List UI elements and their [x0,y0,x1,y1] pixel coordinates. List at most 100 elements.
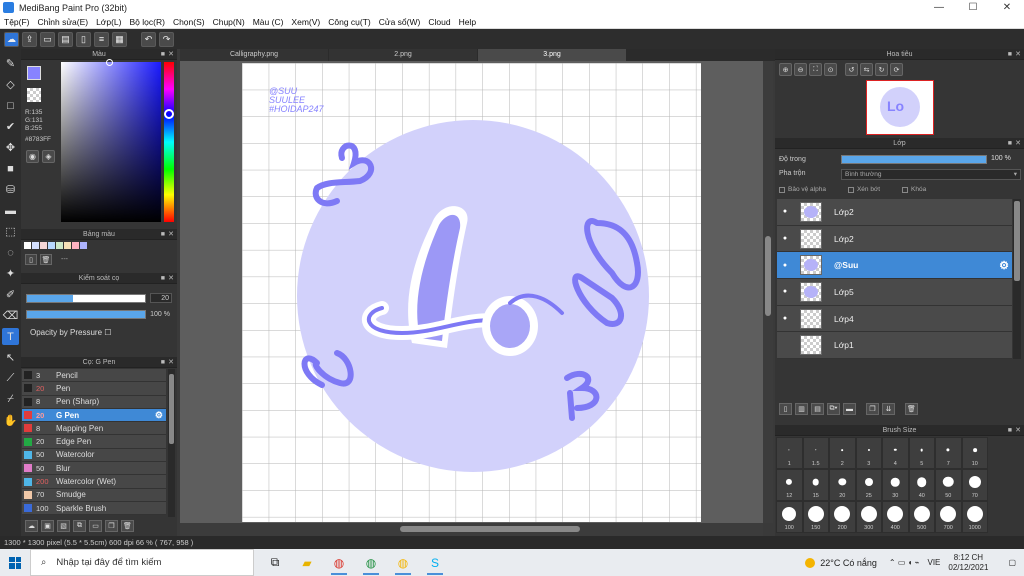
scroll-thumb[interactable] [765,236,771,316]
brush-item[interactable]: 100 Sparkle Brush [22,501,166,516]
gear-icon[interactable]: ⚙ [999,259,1009,272]
opacity-pressure-option[interactable]: Opacity by Pressure ☐ [30,328,111,337]
cloud-icon[interactable]: ☁ [4,31,19,47]
layer-item[interactable]: ● Lớp2 [777,225,1012,253]
menu-select[interactable]: Chọn(S) [169,17,209,27]
brush-item[interactable]: 50 Blur [22,462,166,476]
layer-list-scrollbar[interactable] [1013,199,1021,359]
saturation-value-picker[interactable] [61,62,161,222]
scroll-thumb[interactable] [169,374,174,444]
brush-size-option[interactable]: 300 [855,501,882,533]
brush-size-option[interactable]: 10 [961,437,988,469]
palette-swatch[interactable] [56,242,63,249]
text-tool-icon[interactable]: T [2,328,19,345]
brush-item[interactable]: 20 Edge Pen [22,435,166,449]
brush-size-option[interactable]: 2 [829,437,856,469]
brush-size-option[interactable]: 3 [855,437,882,469]
hand-tool-icon[interactable]: ✋ [2,412,19,429]
bucket-tool-icon[interactable]: ⛁ [2,181,19,198]
menu-filter[interactable]: Bộ lọc(R) [126,17,169,27]
language-indicator[interactable]: VIE [927,558,940,567]
duplicate-layer-icon[interactable]: ❐ [866,403,879,415]
minimize-button[interactable]: — [922,0,956,15]
brush-size-option[interactable]: 200 [829,501,856,533]
chrome-alt-icon[interactable]: ◍ [358,549,384,576]
fill-rect-tool-icon[interactable]: ■ [2,160,19,177]
brush-item[interactable]: 70 Smudge [22,488,166,502]
layer-item[interactable]: ● Lớp5 [777,279,1012,306]
color-picker-icon[interactable]: ◈ [42,150,55,163]
menu-cloud[interactable]: Cloud [424,17,454,27]
divide-tool-icon[interactable]: ⟋ [2,370,19,387]
weather-widget[interactable]: 22°C Có nắng [805,557,877,568]
select-tool-icon[interactable]: ⬚ [2,223,19,240]
trash-icon[interactable]: 🗑 [121,520,134,532]
brush-size-option[interactable]: 7 [935,437,962,469]
pin-icon[interactable]: ■ [1008,49,1012,60]
menu-help[interactable]: Help [455,17,480,27]
brush-opacity-slider[interactable] [26,309,146,319]
menu-edit[interactable]: Chỉnh sửa(E) [34,17,93,27]
magic-wand-icon[interactable]: ✦ [2,265,19,282]
canvas-vertical-scrollbar[interactable] [763,61,773,523]
transparent-color-swatch[interactable] [27,88,41,102]
redo-icon[interactable]: ↷ [159,31,174,47]
close-icon[interactable]: ✕ [168,229,174,240]
gradient-tool-icon[interactable]: ▬ [2,202,19,219]
visibility-icon[interactable]: ● [779,288,791,295]
palette-swatch[interactable] [24,242,31,249]
palette-swatch[interactable] [48,242,55,249]
palette-swatch[interactable] [64,242,71,249]
undo-icon[interactable]: ↶ [141,31,156,47]
menu-tools[interactable]: Công cụ(T) [324,17,375,27]
brush-size-option[interactable]: 15 [802,469,829,501]
tab-2[interactable]: 2.png [329,49,477,61]
brush-size-option[interactable]: 50 [935,469,962,501]
menu-layer[interactable]: Lớp(L) [92,17,125,27]
brush-item[interactable]: 20 Pen [22,382,166,396]
operation-tool-icon[interactable]: ↖ [2,349,19,366]
tray-icons[interactable]: ⌃ ▭ ◖ ⌁ [889,558,920,567]
brush-item[interactable]: 50 Watercolor [22,448,166,463]
select-eraser-icon[interactable]: ⌫ [2,307,19,324]
menu-window[interactable]: Cửa sổ(W) [375,17,425,27]
duplicate-icon[interactable]: ❐ [105,520,118,532]
cloud-brush-icon[interactable]: ☁ [25,520,38,532]
folder-icon[interactable]: ▭ [89,520,102,532]
scroll-thumb[interactable] [1014,201,1020,281]
brush-size-option[interactable]: 30 [882,469,909,501]
delete-palette-icon[interactable]: 🗑 [40,254,52,265]
rect-tool-icon[interactable]: □ [2,97,19,114]
move-tool-icon[interactable]: ✥ [2,139,19,156]
palette-more[interactable]: --- [61,256,68,263]
menu-file[interactable]: Tệp(F) [0,17,34,27]
brush-tool-icon[interactable]: ✎ [2,55,19,72]
brush-size-option[interactable]: 500 [908,501,935,533]
zoom-reset-icon[interactable]: ⊙ [824,63,837,76]
folder-icon[interactable]: ▬ [843,403,856,415]
drawing-canvas[interactable]: @SUU SUULEE #HOIDAP247 [242,63,701,522]
pin-icon[interactable]: ■ [1008,138,1012,149]
brush-item[interactable]: 8 Mapping Pen [22,422,166,436]
close-icon[interactable]: ✕ [1015,138,1021,149]
file-explorer-icon[interactable]: ▰ [294,549,320,576]
close-icon[interactable]: ✕ [168,273,174,284]
menu-color[interactable]: Màu (C) [249,17,288,27]
pin-icon[interactable]: ■ [1008,425,1012,436]
brush-size-option[interactable]: 70 [961,469,988,501]
brush-size-option[interactable]: 25 [855,469,882,501]
lasso-tool-icon[interactable]: ◌ [2,244,19,261]
visibility-icon[interactable]: ● [779,208,791,215]
canvas-area[interactable]: @SUU SUULEE #HOIDAP247 [180,61,763,523]
pin-icon[interactable]: ■ [161,357,165,368]
grid-icon[interactable]: ▦ [112,31,127,47]
add-layer-menu-icon[interactable]: ⧉▾ [827,403,840,415]
tab-calligraphy[interactable]: Calligraphy.png [180,49,328,61]
clock[interactable]: 8:12 CH 02/12/2021 [948,553,988,573]
close-icon[interactable]: ✕ [168,49,174,60]
rotate-right-icon[interactable]: ↻ [875,63,888,76]
close-icon[interactable]: ✕ [1015,425,1021,436]
rotate-reset-icon[interactable]: ⟳ [890,63,903,76]
palette-swatch[interactable] [32,242,39,249]
add-bitmap-icon[interactable]: ▧ [57,520,70,532]
